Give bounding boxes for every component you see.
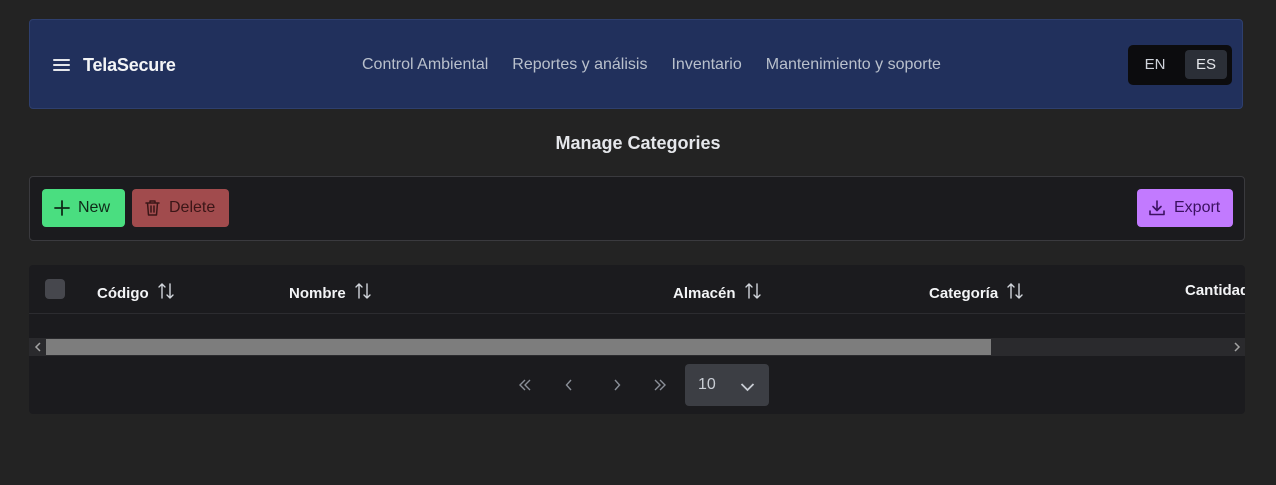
rows-per-page-dropdown[interactable]: 10 bbox=[685, 364, 769, 406]
scrollbar-thumb[interactable] bbox=[46, 339, 991, 355]
nav-item-control-ambiental[interactable]: Control Ambiental bbox=[362, 56, 488, 74]
column-header-cantidad[interactable]: Cantidad bbox=[1185, 282, 1245, 299]
column-label: Código bbox=[97, 284, 149, 302]
lang-en-button[interactable]: EN bbox=[1134, 50, 1176, 79]
horizontal-scrollbar[interactable] bbox=[29, 338, 1245, 356]
column-label: Cantidad bbox=[1185, 282, 1245, 299]
column-header-categoria[interactable]: Categoría bbox=[929, 282, 1024, 304]
page-title: Manage Categories bbox=[555, 133, 721, 153]
sort-icon[interactable] bbox=[744, 282, 762, 304]
export-button-label: Export bbox=[1174, 199, 1221, 216]
column-label: Nombre bbox=[289, 284, 346, 302]
chevron-down-icon bbox=[740, 379, 755, 397]
brand-logo[interactable]: TelaSecure bbox=[83, 55, 176, 76]
column-header-codigo[interactable]: Código bbox=[97, 282, 175, 304]
export-button[interactable]: Export bbox=[1137, 189, 1233, 227]
toolbar: New Delete Export bbox=[29, 176, 1245, 241]
scroll-right-icon[interactable] bbox=[1228, 338, 1245, 356]
plus-icon bbox=[53, 199, 71, 217]
next-page-icon[interactable] bbox=[606, 374, 628, 396]
column-header-nombre[interactable]: Nombre bbox=[289, 282, 372, 304]
sort-icon[interactable] bbox=[1006, 282, 1024, 304]
paginator: 10 bbox=[29, 356, 1245, 414]
main-nav: Control Ambiental Reportes y análisis In… bbox=[362, 56, 941, 74]
sort-icon[interactable] bbox=[354, 282, 372, 304]
scroll-left-icon[interactable] bbox=[29, 338, 46, 356]
select-all-checkbox[interactable] bbox=[45, 279, 65, 299]
first-page-icon[interactable] bbox=[514, 374, 536, 396]
column-header-almacen[interactable]: Almacén bbox=[673, 282, 762, 304]
column-label: Almacén bbox=[673, 284, 736, 302]
last-page-icon[interactable] bbox=[649, 374, 671, 396]
download-icon bbox=[1148, 199, 1166, 217]
nav-item-inventario[interactable]: Inventario bbox=[671, 56, 741, 74]
language-switcher: EN ES bbox=[1128, 45, 1232, 85]
rows-per-page-value: 10 bbox=[698, 376, 716, 393]
table-header: Código Nombre Almacén Categoría Cantidad bbox=[29, 265, 1245, 314]
nav-item-mantenimiento[interactable]: Mantenimiento y soporte bbox=[766, 56, 941, 74]
prev-page-icon[interactable] bbox=[558, 374, 580, 396]
delete-button-label: Delete bbox=[169, 199, 216, 216]
categories-table: Código Nombre Almacén Categoría Cantidad bbox=[29, 265, 1245, 414]
column-label: Categoría bbox=[929, 284, 999, 302]
hamburger-icon[interactable] bbox=[53, 58, 70, 72]
nav-item-reportes[interactable]: Reportes y análisis bbox=[512, 56, 647, 74]
lang-es-button[interactable]: ES bbox=[1185, 50, 1227, 79]
sort-icon[interactable] bbox=[157, 282, 175, 304]
new-button-label: New bbox=[78, 199, 111, 216]
trash-icon bbox=[144, 199, 161, 217]
new-button[interactable]: New bbox=[42, 189, 125, 227]
top-navbar: TelaSecure Control Ambiental Reportes y … bbox=[29, 19, 1243, 109]
delete-button[interactable]: Delete bbox=[132, 189, 229, 227]
